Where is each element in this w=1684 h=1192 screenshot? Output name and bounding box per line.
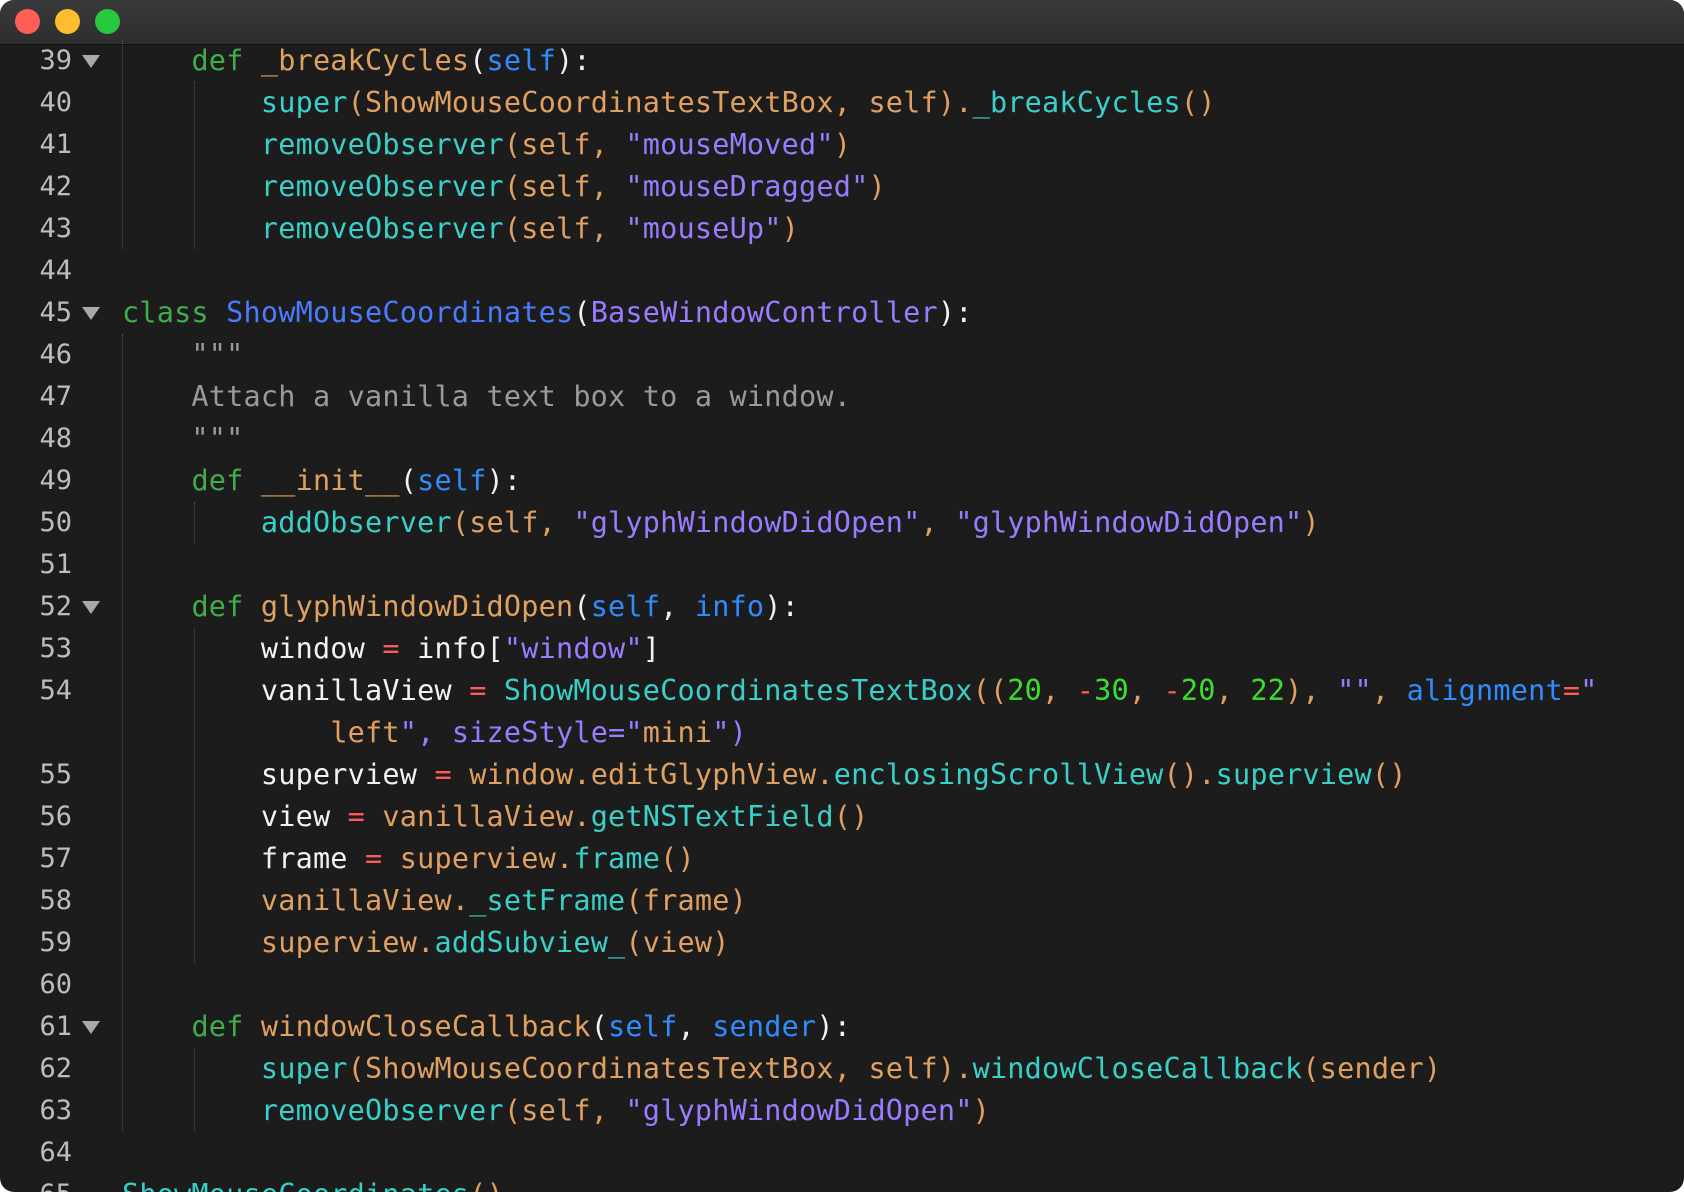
line-number: 60 [39,969,72,1000]
code-line[interactable]: superview = window.editGlyphView.enclosi… [122,754,1407,796]
fold-toggle-icon[interactable] [82,307,100,320]
code-line[interactable]: super(ShowMouseCoordinatesTextBox, self)… [122,1048,1441,1090]
line-number: 43 [39,213,72,244]
code-line[interactable]: removeObserver(self, "glyphWindowDidOpen… [122,1090,990,1132]
line-number [0,712,72,754]
line-number: 58 [39,885,72,916]
code-line[interactable]: def windowCloseCallback(self, sender): [122,1006,851,1048]
code-line[interactable]: vanillaView._setFrame(frame) [122,880,747,922]
code-line[interactable]: def glyphWindowDidOpen(self, info): [122,586,799,628]
code-line[interactable]: removeObserver(self, "mouseDragged") [122,166,886,208]
line-number: 46 [39,339,72,370]
code-line[interactable]: super(ShowMouseCoordinatesTextBox, self)… [122,82,1216,124]
line-number: 52 [39,591,72,622]
code-line[interactable]: """ [122,418,244,460]
fold-toggle-icon[interactable] [82,55,100,68]
code-line[interactable]: window = info["window"] [122,628,660,670]
code-line[interactable]: view = vanillaView.getNSTextField() [122,796,868,838]
line-number: 41 [39,129,72,160]
line-number: 42 [39,171,72,202]
code-editor[interactable]: 39 40 41 42 43 44 45 46 47 48 49 50 51 52 53 54 55 56 57 58… [0,40,1684,1192]
code-line[interactable]: Attach a vanilla text box to a window. [122,376,851,418]
line-number: 54 [39,675,72,706]
line-number: 39 [39,45,72,76]
line-number: 51 [39,549,72,580]
code-line[interactable]: superview.addSubview_(view) [122,922,730,964]
code-line[interactable]: ShowMouseCoordinates() [122,1174,504,1192]
close-window-button[interactable] [15,9,40,34]
line-number: 61 [39,1011,72,1042]
code-editor-window: 39 40 41 42 43 44 45 46 47 48 49 50 51 52 53 54 55 56 57 58… [0,0,1684,1192]
zoom-window-button[interactable] [95,9,120,34]
minimize-window-button[interactable] [55,9,80,34]
line-number: 53 [39,633,72,664]
line-number: 62 [39,1053,72,1084]
line-number: 47 [39,381,72,412]
line-number: 59 [39,927,72,958]
code-line[interactable]: def _breakCycles(self): [122,40,591,82]
line-number: 63 [39,1095,72,1126]
code-line[interactable]: """ [122,334,244,376]
code-line[interactable]: def __init__(self): [122,460,521,502]
line-number: 40 [39,87,72,118]
line-number: 48 [39,423,72,454]
line-number: 56 [39,801,72,832]
code-line[interactable]: addObserver(self, "glyphWindowDidOpen", … [122,502,1320,544]
line-number: 57 [39,843,72,874]
title-bar [0,0,1684,45]
fold-toggle-icon[interactable] [82,601,100,614]
line-number: 45 [39,297,72,328]
code-line[interactable]: class ShowMouseCoordinates(BaseWindowCon… [122,292,973,334]
code-line[interactable]: vanillaView = ShowMouseCoordinatesTextBo… [122,670,1598,712]
line-number: 44 [39,255,72,286]
line-number: 65 [0,1174,72,1192]
code-line[interactable]: left", sizeStyle="mini") [122,712,747,754]
line-number: 49 [39,465,72,496]
line-number: 55 [39,759,72,790]
line-number: 64 [39,1137,72,1168]
fold-toggle-icon[interactable] [82,1021,100,1034]
code-line[interactable]: frame = superview.frame() [122,838,695,880]
code-line[interactable]: removeObserver(self, "mouseMoved") [122,124,851,166]
line-number: 50 [39,507,72,538]
code-line[interactable]: removeObserver(self, "mouseUp") [122,208,799,250]
